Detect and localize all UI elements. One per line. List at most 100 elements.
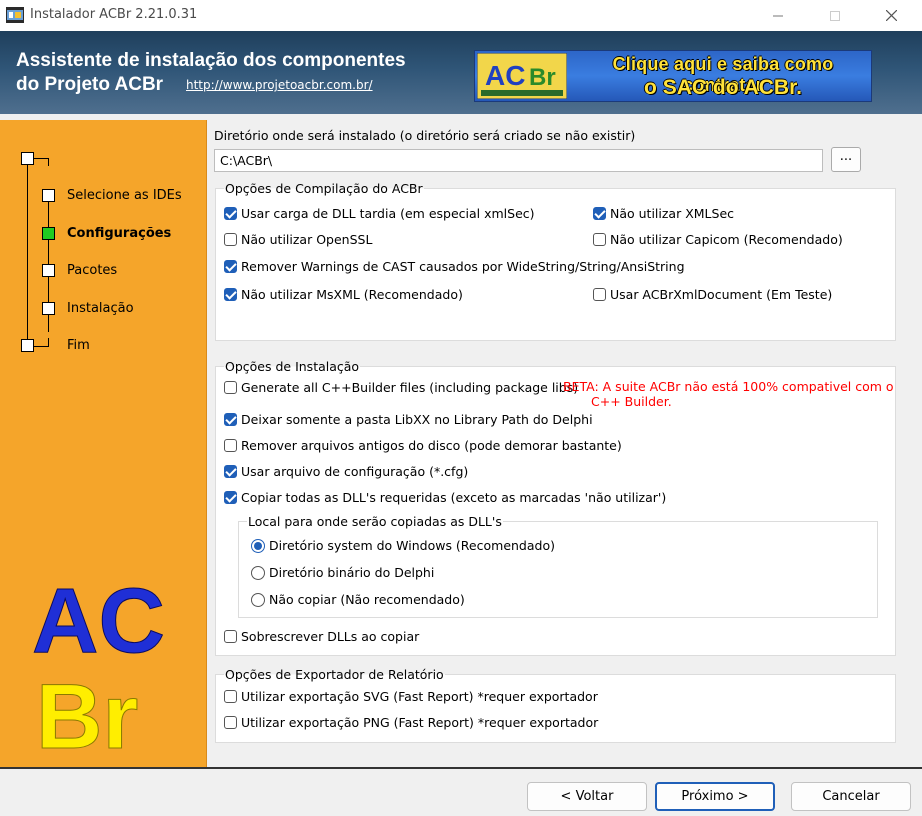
radio-binario-delphi[interactable]: Diretório binário do Delphi [251, 565, 434, 580]
banner-line2: o SAC do ACBr. [644, 76, 802, 99]
install-dir-input[interactable]: C:\ACBr\ [214, 149, 823, 172]
checkbox-box[interactable] [224, 381, 237, 394]
radio-label: Diretório system do Windows (Recomendado… [269, 538, 555, 553]
checkbox-box[interactable] [224, 439, 237, 452]
checkbox-dll-tardia[interactable]: Usar carga de DLL tardia (em especial xm… [224, 206, 535, 221]
step-configuracoes: Configurações [67, 226, 172, 241]
step-instalacao: Instalação [67, 301, 134, 316]
checkbox-box[interactable] [224, 233, 237, 246]
checkbox-label: Usar carga de DLL tardia (em especial xm… [241, 206, 535, 221]
sac-banner[interactable]: AC Br Clique aqui e saiba como contratar… [474, 50, 872, 102]
app-icon [6, 7, 24, 23]
checkbox-nao-msxml[interactable]: Não utilizar MsXML (Recomendado) [224, 287, 463, 302]
checkbox-box[interactable] [593, 288, 606, 301]
maximize-button[interactable] [812, 0, 858, 31]
minimize-button[interactable] [755, 0, 801, 31]
dll-location-title: Local para onde serão copiadas as DLL's [247, 514, 503, 529]
checkbox-label: Usar arquivo de configuração (*.cfg) [241, 464, 469, 479]
browse-button[interactable]: ... [831, 147, 861, 172]
tree-line [48, 338, 49, 347]
checkbox-export-png[interactable]: Utilizar exportação PNG (Fast Report) *r… [224, 715, 598, 730]
acbr-logo: AC Br [32, 570, 166, 760]
radio-nao-copiar[interactable]: Não copiar (Não recomendado) [251, 592, 465, 607]
step-pacotes: Pacotes [67, 263, 118, 278]
title-bar: Instalador ACBr 2.21.0.31 [0, 0, 922, 31]
checkbox-box[interactable] [224, 207, 237, 220]
checkbox-label: Remover arquivos antigos do disco (pode … [241, 438, 622, 453]
svg-text:Br: Br [36, 666, 138, 760]
configuration-panel: Diretório onde será instalado (o diretór… [207, 120, 922, 767]
checkbox-box[interactable] [224, 716, 237, 729]
tree-line [27, 164, 28, 348]
checkbox-box[interactable] [224, 491, 237, 504]
tree-root-node [21, 152, 34, 165]
checkbox-export-svg[interactable]: Utilizar exportação SVG (Fast Report) *r… [224, 689, 598, 704]
step-3-node [42, 264, 55, 277]
window-title: Instalador ACBr 2.21.0.31 [30, 7, 198, 22]
checkbox-label: Utilizar exportação PNG (Fast Report) *r… [241, 715, 599, 730]
checkbox-nao-capicom[interactable]: Não utilizar Capicom (Recomendado) [593, 232, 843, 247]
compile-options-title: Opções de Compilação do ACBr [224, 181, 424, 196]
checkbox-box[interactable] [593, 233, 606, 246]
radio-circle[interactable] [251, 565, 265, 580]
step-2-node [42, 227, 55, 240]
checkbox-remover-warnings[interactable]: Remover Warnings de CAST causados por Wi… [224, 259, 685, 274]
checkbox-nao-xmlsec[interactable]: Não utilizar XMLSec [593, 206, 734, 221]
step-1-node [42, 189, 55, 202]
step-4-node [42, 302, 55, 315]
close-icon [885, 10, 897, 21]
project-link[interactable]: http://www.projetoacbr.com.br/ [186, 78, 373, 92]
checkbox-nao-openssl[interactable]: Não utilizar OpenSSL [224, 232, 372, 247]
checkbox-label: Remover Warnings de CAST causados por Wi… [241, 259, 685, 274]
close-button[interactable] [868, 0, 914, 31]
checkbox-libxx-path[interactable]: Deixar somente a pasta LibXX no Library … [224, 412, 593, 427]
svg-text:AC: AC [32, 570, 165, 672]
checkbox-label: Deixar somente a pasta LibXX no Library … [241, 412, 593, 427]
checkbox-box[interactable] [224, 288, 237, 301]
radio-label: Diretório binário do Delphi [269, 565, 435, 580]
beta-warning-line2: C++ Builder. [591, 394, 672, 409]
checkbox-label: Copiar todas as DLL's requeridas (exceto… [241, 490, 667, 505]
export-options-title: Opções de Exportador de Relatório [224, 667, 445, 682]
checkbox-label: Generate all C++Builder files (including… [241, 380, 579, 395]
svg-text:Br: Br [529, 64, 556, 91]
checkbox-label: Sobrescrever DLLs ao copiar [241, 629, 420, 644]
tree-line [34, 346, 49, 347]
cancel-button[interactable]: Cancelar [791, 782, 911, 811]
acbr-banner-logo: AC Br [477, 53, 567, 99]
checkbox-box[interactable] [593, 207, 606, 220]
step-select-ides: Selecione as IDEs [67, 188, 182, 203]
checkbox-acbr-xmldocument[interactable]: Usar ACBrXmlDocument (Em Teste) [593, 287, 832, 302]
checkbox-box[interactable] [224, 413, 237, 426]
checkbox-label: Não utilizar OpenSSL [241, 232, 373, 247]
checkbox-label: Não utilizar Capicom (Recomendado) [610, 232, 843, 247]
wizard-header: Assistente de instalação dos componentes… [0, 31, 922, 114]
compile-options-group: Opções de Compilação do ACBr Usar carga … [215, 181, 896, 341]
step-5-node [21, 339, 34, 352]
radio-circle[interactable] [251, 592, 265, 607]
minimize-icon [773, 15, 783, 16]
radio-system-windows[interactable]: Diretório system do Windows (Recomendado… [251, 538, 555, 553]
checkbox-box[interactable] [224, 690, 237, 703]
checkbox-label: Usar ACBrXmlDocument (Em Teste) [610, 287, 833, 302]
header-title-line1: Assistente de instalação dos componentes [16, 50, 406, 71]
radio-circle[interactable] [251, 538, 265, 553]
checkbox-cpp-builder[interactable]: Generate all C++Builder files (including… [224, 380, 578, 395]
tree-line [48, 158, 49, 166]
checkbox-box[interactable] [224, 630, 237, 643]
maximize-icon [830, 10, 840, 21]
checkbox-sobrescrever-dlls[interactable]: Sobrescrever DLLs ao copiar [224, 629, 419, 644]
checkbox-box[interactable] [224, 465, 237, 478]
back-button[interactable]: < Voltar [527, 782, 647, 811]
export-options-group: Opções de Exportador de Relatório Utiliz… [215, 667, 896, 743]
checkbox-copiar-dlls[interactable]: Copiar todas as DLL's requeridas (exceto… [224, 490, 666, 505]
wizard-steps-sidebar: Selecione as IDEs Configurações Pacotes … [0, 120, 207, 767]
checkbox-remover-antigos[interactable]: Remover arquivos antigos do disco (pode … [224, 438, 622, 453]
step-fim: Fim [67, 338, 90, 353]
checkbox-arquivo-cfg[interactable]: Usar arquivo de configuração (*.cfg) [224, 464, 468, 479]
install-options-group: Opções de Instalação Generate all C++Bui… [215, 359, 896, 656]
checkbox-box[interactable] [224, 260, 237, 273]
next-button[interactable]: Próximo > [655, 782, 775, 811]
wizard-footer: < Voltar Próximo > Cancelar [0, 767, 922, 816]
checkbox-label: Não utilizar XMLSec [610, 206, 735, 221]
